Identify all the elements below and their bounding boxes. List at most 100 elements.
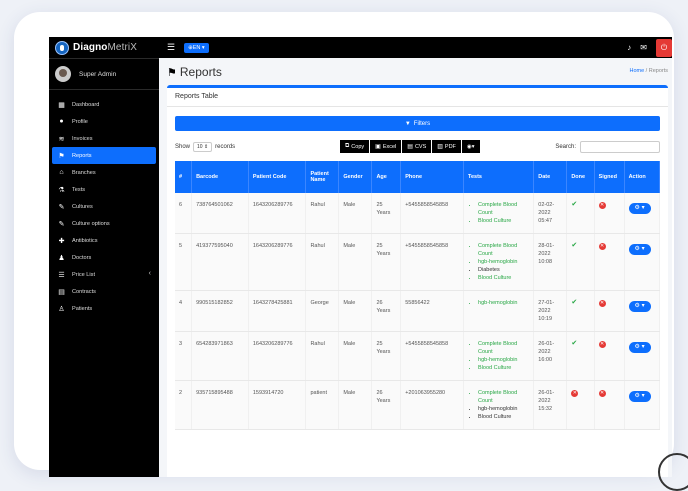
topbar: ☰ ⊕EN ▾ ♪ ✉ ⏻	[159, 37, 672, 58]
avatar	[55, 66, 71, 82]
filters-button[interactable]: ▼ Filters	[175, 116, 660, 131]
cell-signed: ✕	[594, 331, 625, 381]
breadcrumb: Home / Reports	[629, 68, 668, 74]
action-dropdown-button[interactable]: ⚙ ▾	[628, 244, 651, 255]
flask-icon: ⚗	[58, 186, 65, 194]
logout-icon[interactable]: ⏻	[656, 38, 672, 57]
col-header[interactable]: Action	[624, 161, 661, 193]
chat-icon[interactable]: ✉	[640, 43, 647, 52]
col-header[interactable]: Patient Name	[305, 161, 340, 193]
cell-phone: +5455858545858	[400, 233, 465, 291]
brand[interactable]: DiagnoMetriX	[49, 37, 159, 59]
invoices-icon: ≋	[58, 135, 65, 143]
col-header[interactable]: #	[175, 161, 193, 193]
user-name: Super Admin	[79, 70, 117, 78]
sidebar: DiagnoMetriX Super Admin ▦ Dashboard ● Pro…	[49, 37, 159, 477]
cross-icon: ✕	[598, 300, 606, 307]
sidebar-item-culture-options[interactable]: ✎ Culture options	[49, 215, 159, 232]
flag-icon: ⚑	[58, 152, 65, 160]
check-icon: ✔	[571, 242, 578, 249]
cell-date: 26-01-2022 16:00	[533, 331, 568, 381]
col-header[interactable]: Done	[566, 161, 595, 193]
menu-toggle-icon[interactable]: ☰	[167, 42, 175, 53]
sidebar-item-branches[interactable]: ⌂ Branches	[49, 164, 159, 181]
sidebar-item-reports[interactable]: ⚑ Reports	[52, 147, 156, 164]
cell-code: 1643206289776	[248, 233, 307, 291]
cell-code: 1593914720	[248, 380, 307, 430]
search-input[interactable]	[580, 141, 660, 153]
col-header[interactable]: Barcode	[191, 161, 249, 193]
cell-tests: Complete Blood Counthgb-hemoglobinDiabet…	[463, 233, 535, 291]
col-header[interactable]: Patient Code	[248, 161, 307, 193]
cell-done: ✔	[566, 331, 595, 381]
excel-button[interactable]: ▣ Excel	[370, 140, 402, 153]
language-dropdown[interactable]: ⊕EN ▾	[184, 42, 209, 53]
cell-name: Rahul	[305, 331, 340, 381]
dashboard-icon: ▦	[58, 101, 65, 109]
sidebar-item-dashboard[interactable]: ▦ Dashboard	[49, 96, 159, 113]
cell-gender: Male	[338, 331, 373, 381]
action-dropdown-button[interactable]: ⚙ ▾	[628, 301, 651, 312]
cell-phone: +5455858545858	[400, 331, 465, 381]
action-dropdown-button[interactable]: ⚙ ▾	[628, 391, 651, 402]
sidebar-item-invoices[interactable]: ≋ Invoices	[49, 130, 159, 147]
cell-signed: ✕	[594, 193, 625, 234]
chevron-left-icon: ‹	[148, 270, 151, 277]
sidebar-item-patients[interactable]: ♙ Patients	[49, 300, 159, 317]
sidebar-item-cultures[interactable]: ✎ Cultures	[49, 198, 159, 215]
cell-name: patient	[305, 380, 340, 430]
cell-code: 1643206289776	[248, 193, 307, 234]
table-row: 5 419377595040 1643206289776 Rahul Male 25 Ye…	[175, 233, 661, 291]
test-item: Blood Culture	[478, 413, 529, 421]
action-dropdown-button[interactable]: ⚙ ▾	[628, 203, 651, 214]
eye-icon: ◉	[466, 143, 472, 150]
pdf-button[interactable]: ▥ PDF	[432, 140, 461, 153]
cell-date: 28-01-2022 10:08	[533, 233, 568, 291]
cell-action: ⚙ ▾	[624, 380, 661, 430]
topbar-actions: ♪ ✉ ⏻	[627, 37, 672, 58]
column-visibility-button[interactable]: ◉ ▾	[461, 140, 480, 153]
patients-icon: ♙	[58, 305, 65, 313]
col-header[interactable]: Signed	[594, 161, 625, 193]
col-header[interactable]: Age	[371, 161, 402, 193]
cell-code: 1643206289776	[248, 331, 307, 381]
csv-button[interactable]: ▤ CVS	[402, 140, 432, 153]
sidebar-item-profile[interactable]: ● Profile	[49, 113, 159, 130]
sidebar-item-antibiotics[interactable]: ✚ Antibiotics	[49, 232, 159, 249]
brand-name-bold: Diagno	[73, 42, 108, 53]
sidebar-item-tests[interactable]: ⚗ Tests	[49, 181, 159, 198]
flag-icon: ⚑	[167, 66, 177, 79]
check-icon: ✔	[571, 340, 578, 347]
page-length-select[interactable]: 10 ⇕	[193, 142, 213, 152]
action-dropdown-button[interactable]: ⚙ ▾	[628, 342, 651, 353]
col-header[interactable]: Phone	[400, 161, 465, 193]
filter-icon: ▼	[404, 120, 411, 127]
cell-done: ✕	[566, 380, 595, 430]
cell-tests: Complete Blood Counthgb-hemoglobinBlood …	[463, 331, 535, 381]
sidebar-item-price-list[interactable]: ☰ Price List ‹	[49, 266, 159, 283]
cross-icon: ✕	[598, 243, 606, 250]
brand-logo-icon	[55, 40, 69, 55]
sidebar-item-contracts[interactable]: ▤ Contracts	[49, 283, 159, 300]
cell-tests: Complete Blood CountBlood Culture	[463, 193, 535, 234]
cross-icon: ✕	[571, 390, 579, 397]
table-row: 6 738764501062 1643206289776 Rahul Male 25 Ye…	[175, 193, 661, 234]
export-buttons: ⧉ Copy ▣ Excel ▤ CVS ▥ PDF ◉ ▾	[340, 140, 481, 153]
decorative-circle	[658, 453, 688, 491]
user-panel[interactable]: Super Admin	[49, 59, 159, 90]
pdf-icon: ▥	[437, 144, 443, 150]
col-header[interactable]: Tests	[463, 161, 535, 193]
sidebar-item-doctors[interactable]: ♟ Doctors	[49, 249, 159, 266]
copy-button[interactable]: ⧉ Copy	[340, 140, 370, 153]
bell-icon[interactable]: ♪	[627, 43, 631, 52]
breadcrumb-home[interactable]: Home	[629, 68, 644, 74]
device-frame: DiagnoMetriX Super Admin ▦ Dashboard ● Pro…	[14, 12, 674, 477]
cell-phone: 55856422	[400, 290, 465, 332]
main-content: ⚑ Reports Home / Reports Reports Table ▼…	[159, 58, 672, 477]
col-header[interactable]: Gender	[338, 161, 373, 193]
test-item: Blood Culture	[478, 217, 529, 225]
test-item: Diabetes	[478, 266, 529, 274]
list-icon: ☰	[58, 271, 65, 279]
col-header[interactable]: Date	[533, 161, 568, 193]
cell-barcode: 738764501062	[191, 193, 249, 234]
